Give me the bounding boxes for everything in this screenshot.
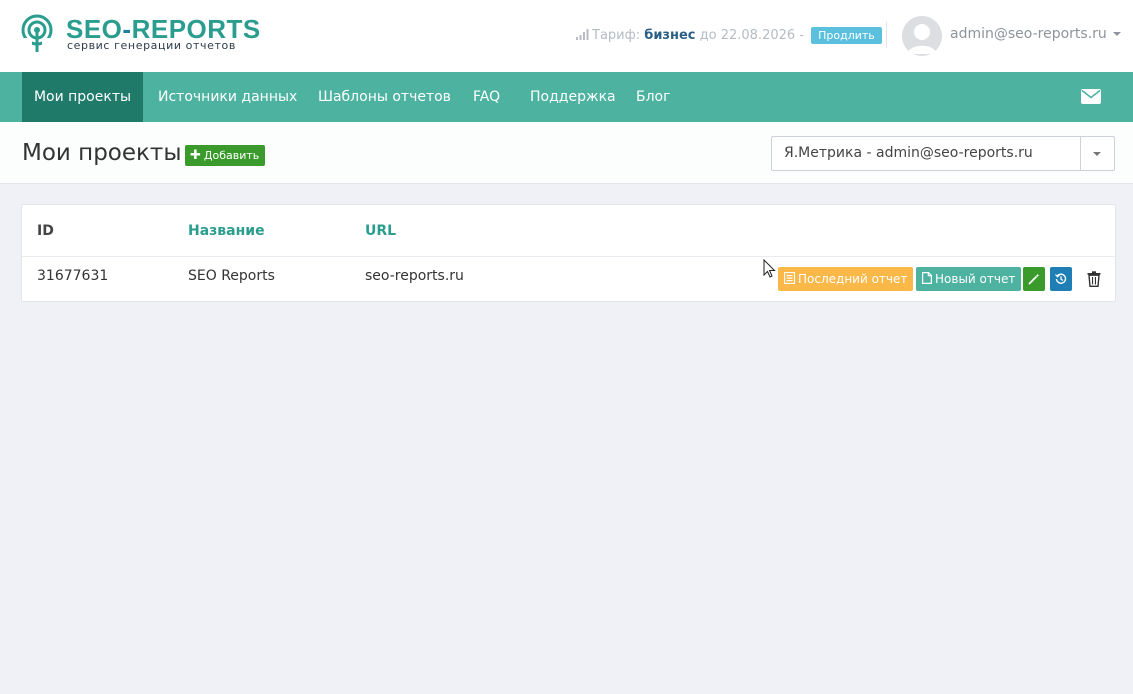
magic-wand-icon xyxy=(1028,273,1040,285)
main-nav: Мои проекты Источники данных Шаблоны отч… xyxy=(0,72,1133,122)
file-icon xyxy=(922,272,932,284)
nav-item-data-sources[interactable]: Источники данных xyxy=(158,72,297,122)
nav-item-faq[interactable]: FAQ xyxy=(473,72,500,122)
header-divider xyxy=(886,22,887,48)
edit-button[interactable] xyxy=(1023,267,1045,291)
column-header-id: ID xyxy=(37,223,54,239)
tariff-label: Тариф: xyxy=(592,28,641,43)
divider xyxy=(22,256,1115,257)
list-icon xyxy=(784,272,795,284)
cell-name: SEO Reports xyxy=(188,268,275,284)
cell-id: 31677631 xyxy=(37,268,109,284)
nav-item-blog[interactable]: Блог xyxy=(636,72,670,122)
trash-icon xyxy=(1083,267,1105,291)
user-menu[interactable]: admin@seo-reports.ru xyxy=(950,26,1121,42)
column-header-name[interactable]: Название xyxy=(188,223,265,239)
extend-button[interactable]: Продлить xyxy=(811,27,882,44)
chevron-down-icon[interactable] xyxy=(1080,137,1114,170)
tariff-until: до 22.08.2026 - xyxy=(699,28,804,43)
tariff-plan: бизнес xyxy=(644,28,696,43)
add-project-button[interactable]: ✚ Добавить xyxy=(185,145,266,166)
envelope-icon[interactable] xyxy=(1081,89,1101,104)
user-email: admin@seo-reports.ru xyxy=(950,26,1107,42)
last-report-label: Последний отчет xyxy=(798,272,908,286)
mouse-cursor-icon xyxy=(763,259,777,279)
logo-subtitle: сервис генерации отчетов xyxy=(67,39,236,52)
page-header: Мои проекты ✚ Добавить Я.Метрика - admin@… xyxy=(0,122,1133,184)
signal-bars-icon xyxy=(576,29,589,40)
nav-item-support[interactable]: Поддержка xyxy=(530,72,616,122)
tariff-info: Тариф: бизнес до 22.08.2026 - Продлить xyxy=(576,27,882,44)
new-report-button[interactable]: Новый отчет xyxy=(916,267,1022,291)
plus-icon: ✚ xyxy=(190,148,201,163)
top-header: SEO-REPORTS сервис генерации отчетов Тар… xyxy=(0,0,1133,72)
avatar[interactable] xyxy=(902,16,942,56)
cell-url: seo-reports.ru xyxy=(365,268,464,284)
last-report-button[interactable]: Последний отчет xyxy=(778,267,914,291)
nav-item-report-templates[interactable]: Шаблоны отчетов xyxy=(318,72,451,122)
projects-table: ID Название URL 31677631 SEO Reports seo… xyxy=(21,204,1116,302)
nav-item-my-projects[interactable]: Мои проекты xyxy=(22,72,143,122)
history-icon xyxy=(1055,273,1067,285)
data-source-select-value: Я.Метрика - admin@seo-reports.ru xyxy=(784,145,1033,161)
column-header-url[interactable]: URL xyxy=(365,223,396,239)
logo-signal-icon xyxy=(21,14,55,54)
chevron-down-icon xyxy=(1112,32,1121,36)
add-button-label: Добавить xyxy=(203,149,260,162)
history-button[interactable] xyxy=(1050,267,1072,291)
new-report-label: Новый отчет xyxy=(935,272,1016,286)
data-source-select[interactable]: Я.Метрика - admin@seo-reports.ru xyxy=(771,136,1115,171)
logo[interactable]: SEO-REPORTS сервис генерации отчетов xyxy=(21,14,261,56)
delete-button[interactable] xyxy=(1083,267,1105,291)
page-title: Мои проекты xyxy=(22,140,182,166)
